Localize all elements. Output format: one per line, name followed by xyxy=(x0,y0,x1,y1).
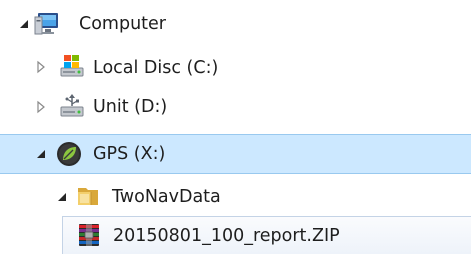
tree-item-label: Computer xyxy=(79,14,166,34)
tree-item-label: Local Disc (C:) xyxy=(93,58,219,78)
usb-drive-icon xyxy=(60,94,84,117)
collapsed-arrow-icon[interactable] xyxy=(34,100,48,114)
windows-drive-icon xyxy=(60,55,84,77)
tree-item-zip-file[interactable]: 20150801_100_report.ZIP xyxy=(62,216,471,254)
tree-item-computer[interactable]: Computer xyxy=(0,5,471,43)
tree-item-local-disc[interactable]: Local Disc (C:) xyxy=(0,48,471,86)
expanded-arrow-icon[interactable] xyxy=(34,147,48,161)
gps-drive-icon xyxy=(57,142,81,166)
expanded-arrow-icon[interactable] xyxy=(17,17,31,31)
collapsed-arrow-icon[interactable] xyxy=(34,60,48,74)
tree-item-label: 20150801_100_report.ZIP xyxy=(113,226,340,246)
tree-item-twonavdata[interactable]: TwoNavData xyxy=(0,178,471,216)
expanded-arrow-icon[interactable] xyxy=(55,190,69,204)
tree-item-label: GPS (X:) xyxy=(93,144,166,164)
tree-item-label: Unit (D:) xyxy=(93,97,168,117)
zip-archive-icon xyxy=(79,224,99,246)
tree-item-unit[interactable]: Unit (D:) xyxy=(0,88,471,126)
computer-icon xyxy=(34,13,58,35)
folder-icon xyxy=(78,188,98,205)
navigation-tree: Computer Local Disc (C:) Unit (D:) GPS (… xyxy=(0,0,471,254)
tree-item-label: TwoNavData xyxy=(112,187,221,207)
tree-item-gps[interactable]: GPS (X:) xyxy=(0,134,471,174)
